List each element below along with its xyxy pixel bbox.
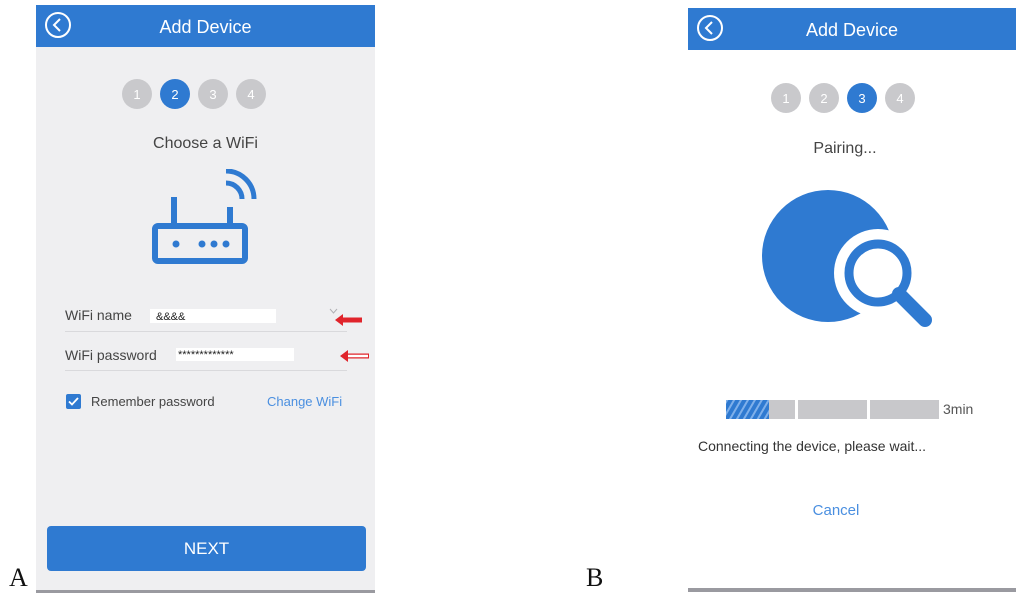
- step-3: 3: [198, 79, 228, 109]
- router-icon: [152, 169, 257, 264]
- next-button[interactable]: NEXT: [47, 526, 366, 571]
- step-1: 1: [771, 83, 801, 113]
- wifi-password-arrow: [340, 350, 369, 362]
- choose-wifi-heading: Choose a WiFi: [153, 135, 258, 152]
- wifi-password-underline: [65, 370, 347, 371]
- progress-segment-2: [798, 400, 867, 419]
- wifi-name-label: WiFi name: [65, 307, 132, 323]
- wifi-password-value: *************: [178, 349, 234, 361]
- step-indicator: 1 2 3 4: [122, 79, 266, 109]
- status-message: Connecting the device, please wait...: [698, 438, 927, 454]
- step-3-active: 3: [847, 83, 877, 113]
- screen-a-choose-wifi: Add Device 1 2 3 4 Choose a WiFi WiFi na…: [36, 5, 375, 593]
- header-bar: Add Device: [36, 5, 375, 47]
- panel-label-a: A: [9, 563, 28, 592]
- header-bar: Add Device: [688, 8, 1016, 50]
- progress-segment-3: [870, 400, 939, 419]
- step-4: 4: [236, 79, 266, 109]
- search-device-icon: [762, 190, 932, 327]
- step-1: 1: [122, 79, 152, 109]
- progress-fill: [726, 400, 769, 419]
- step-indicator: 1 2 3 4: [771, 83, 915, 113]
- wifi-name-arrow: [335, 314, 362, 326]
- page-title: Add Device: [159, 17, 252, 37]
- panel-label-b: B: [586, 563, 604, 592]
- remember-password-checkbox[interactable]: [66, 394, 81, 409]
- timer-label: 3min: [943, 401, 974, 417]
- step-4: 4: [885, 83, 915, 113]
- step-2-active: 2: [160, 79, 190, 109]
- screen-b-pairing: Add Device 1 2 3 4 Pairing... 3min Conne…: [688, 8, 1016, 592]
- cancel-button[interactable]: Cancel: [688, 502, 984, 519]
- checkmark-icon: [68, 397, 79, 406]
- remember-password-label: Remember password: [91, 394, 215, 409]
- wifi-password-label: WiFi password: [65, 347, 157, 363]
- pairing-heading: Pairing...: [813, 140, 877, 157]
- wifi-name-value: &&&&: [156, 311, 186, 323]
- page-title: Add Device: [805, 20, 899, 40]
- step-2: 2: [809, 83, 839, 113]
- wifi-name-underline: [65, 331, 347, 332]
- change-wifi-link[interactable]: Change WiFi: [267, 394, 342, 409]
